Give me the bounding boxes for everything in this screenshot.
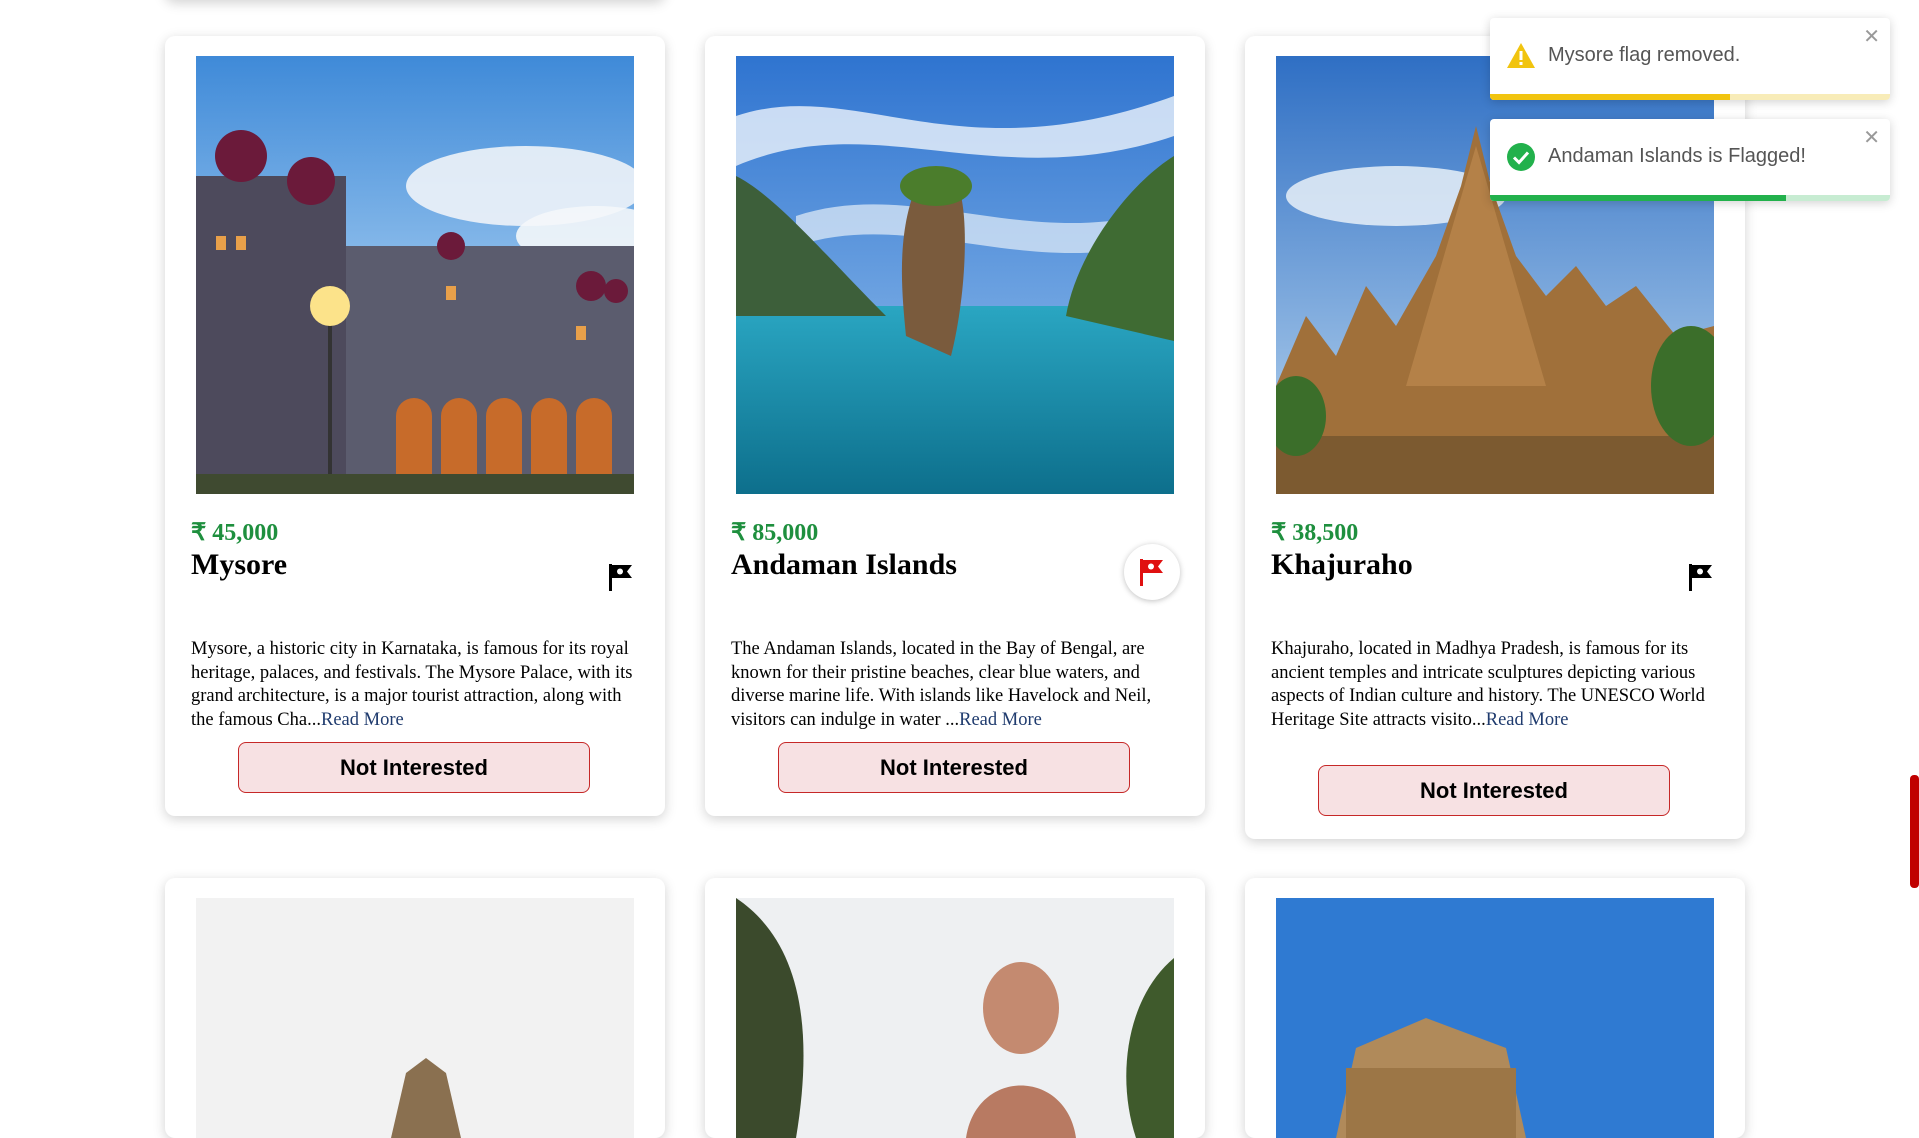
price: ₹ 85,000: [731, 520, 819, 546]
destination-title: Andaman Islands: [731, 548, 957, 581]
destination-card-mysore: ₹ 45,000 Mysore Mysore, a historic city …: [165, 36, 665, 816]
toast-progress-bar: [1490, 195, 1786, 201]
flag-button[interactable]: [1675, 551, 1727, 603]
destination-description: Khajuraho, located in Madhya Pradesh, is…: [1271, 638, 1721, 732]
warning-icon: [1507, 43, 1535, 68]
andaman-image: [736, 56, 1174, 494]
flag-button[interactable]: [1124, 544, 1180, 600]
toast-success: Andaman Islands is Flagged! ✕: [1490, 119, 1890, 201]
destination-title: Mysore: [191, 548, 288, 581]
toast-progress-bar: [1490, 94, 1730, 100]
check-circle-icon: [1507, 143, 1535, 171]
read-more-link[interactable]: Read More: [1486, 710, 1569, 730]
scrollbar-thumb[interactable]: [1910, 775, 1919, 888]
description-text: The Andaman Islands, located in the Bay …: [731, 639, 1152, 730]
destination-card-partial-3: [1245, 878, 1745, 1138]
destination-title: Khajuraho: [1271, 548, 1413, 581]
destination-image: [736, 898, 1174, 1138]
read-more-link[interactable]: Read More: [959, 710, 1042, 730]
flag-icon: [609, 564, 632, 591]
toast-message: Andaman Islands is Flagged!: [1548, 145, 1806, 167]
description-text: Mysore, a historic city in Karnataka, is…: [191, 639, 633, 730]
destination-image: [1276, 898, 1714, 1138]
mysore-image: [196, 56, 634, 494]
price: ₹ 45,000: [191, 520, 279, 546]
not-interested-button[interactable]: Not Interested: [1318, 765, 1670, 816]
destination-description: Mysore, a historic city in Karnataka, is…: [191, 638, 641, 732]
flag-icon: [1140, 559, 1163, 586]
close-icon[interactable]: ✕: [1863, 125, 1880, 150]
destination-description: The Andaman Islands, located in the Bay …: [731, 638, 1181, 732]
read-more-link[interactable]: Read More: [321, 710, 404, 730]
toast-warning: Mysore flag removed. ✕: [1490, 18, 1890, 100]
not-interested-button[interactable]: Not Interested: [778, 742, 1130, 793]
flag-icon: [1689, 564, 1712, 591]
toast-message: Mysore flag removed.: [1548, 44, 1741, 66]
destination-card-andaman: ₹ 85,000 Andaman Islands The Andaman Isl…: [705, 36, 1205, 816]
price: ₹ 38,500: [1271, 520, 1359, 546]
not-interested-button[interactable]: Not Interested: [238, 742, 590, 793]
flag-button[interactable]: [595, 551, 647, 603]
destination-card-partial-2: [705, 878, 1205, 1138]
destination-image: [196, 898, 634, 1138]
destination-card-partial-1: [165, 878, 665, 1138]
close-icon[interactable]: ✕: [1863, 24, 1880, 49]
